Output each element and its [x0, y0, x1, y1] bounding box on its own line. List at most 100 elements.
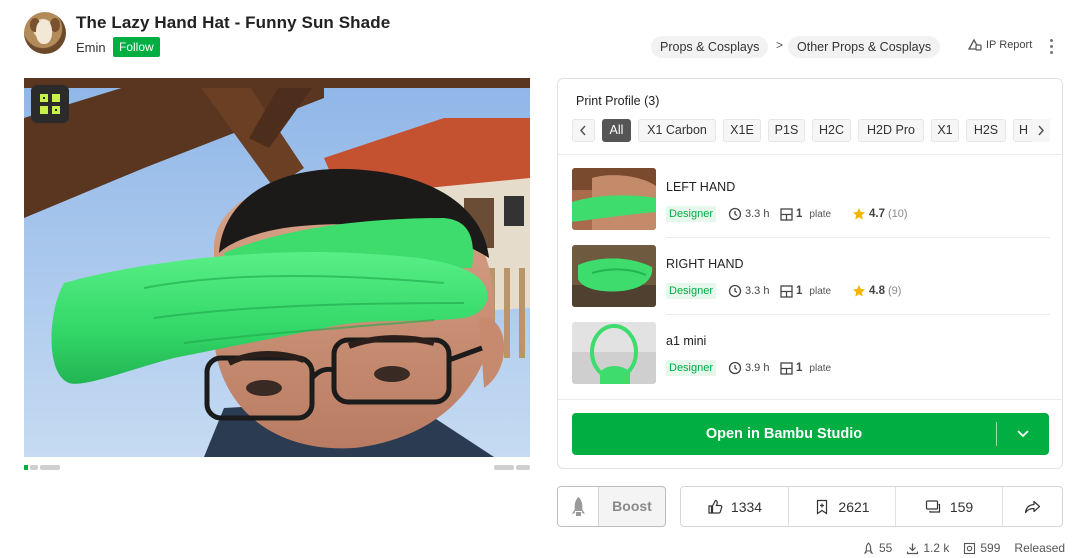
more-icon[interactable]: [1046, 39, 1056, 55]
download-icon: [907, 543, 919, 554]
plate-icon: [780, 361, 793, 375]
plate-count: 1 plate: [780, 283, 831, 299]
breadcrumb-category[interactable]: Props & Cosplays: [651, 36, 769, 58]
print-time: 3.9 h: [728, 360, 769, 376]
plate-count: 1 plate: [780, 360, 831, 376]
filter-chip-x1[interactable]: X1: [931, 119, 959, 142]
follow-button[interactable]: Follow: [113, 37, 160, 57]
plate-count-label: plate: [809, 285, 832, 297]
rating: 4.7 (10): [852, 206, 908, 222]
profile-name: a1 mini: [666, 334, 707, 348]
divider: [558, 399, 1062, 400]
boost-button[interactable]: Boost: [557, 486, 666, 527]
rating-value: 4.7: [869, 208, 885, 220]
filter-chip-h2c[interactable]: H2C: [812, 119, 851, 142]
open-in-bambu-studio-label: Open in Bambu Studio: [705, 426, 863, 442]
print-time-value: 3.3 h: [745, 208, 770, 220]
carousel-indicator-right[interactable]: [494, 465, 530, 470]
print-profile-row[interactable]: a1 mini Designer 3.9 h 1 plate: [572, 322, 1050, 388]
filter-chip-x1-carbon[interactable]: X1 Carbon: [638, 119, 716, 142]
clock-icon: [728, 207, 742, 221]
designer-badge: Designer: [666, 360, 717, 376]
filter-chip-x1e[interactable]: X1E: [723, 119, 761, 142]
avatar[interactable]: [24, 12, 66, 54]
collect-count: 2621: [838, 498, 870, 515]
filter-chip-all[interactable]: All: [602, 119, 631, 142]
model-photo[interactable]: [24, 78, 530, 457]
print-time-value: 3.3 h: [745, 285, 770, 297]
plate-count-label: plate: [809, 208, 832, 220]
profile-name: RIGHT HAND: [666, 257, 744, 271]
divider: [666, 314, 1050, 315]
profile-thumbnail: [572, 245, 656, 307]
chevron-left-icon[interactable]: [572, 119, 595, 142]
ip-report-link[interactable]: IP Report: [967, 38, 1032, 51]
profile-name: LEFT HAND: [666, 180, 736, 194]
collect-button[interactable]: 2621: [789, 487, 896, 526]
filter-chip-partial-label: H: [1019, 123, 1029, 137]
clock-icon: [728, 361, 742, 375]
filter-chip-h2d-pro[interactable]: H2D Pro: [858, 119, 924, 142]
rocket-icon: [558, 487, 599, 526]
print-profile-row[interactable]: RIGHT HAND Designer 3.3 h 1 plate 4.8 (9…: [572, 245, 1050, 311]
thumbs-up-icon: [708, 499, 723, 514]
comment-button[interactable]: 159: [896, 487, 1003, 526]
release-status: Released: [1014, 541, 1066, 555]
page-header: The Lazy Hand Hat - Funny Sun Shade Emin…: [0, 0, 1080, 70]
like-button[interactable]: 1334: [681, 487, 789, 526]
print-icon: [964, 542, 976, 554]
rating-count: (10): [888, 208, 908, 220]
printer-filter-chips: All X1 Carbon X1E P1S H2C H2D Pro X1 H2S…: [572, 119, 1050, 143]
download-count: 1.2 k: [923, 541, 950, 555]
print-time: 3.3 h: [728, 206, 769, 222]
ip-report-icon: [967, 38, 982, 51]
model-stats: 55 1.2 k 599 Released: [862, 541, 1065, 555]
star-icon: [853, 208, 865, 220]
bambu-logo-icon: [31, 85, 69, 123]
ip-report-label: IP Report: [986, 38, 1033, 51]
breadcrumb-subcategory[interactable]: Other Props & Cosplays: [788, 36, 941, 58]
filter-chip-p1s[interactable]: P1S: [768, 119, 805, 142]
profile-thumbnail: [572, 322, 656, 384]
open-in-bambu-studio-button[interactable]: Open in Bambu Studio: [572, 413, 1049, 455]
divider: [666, 237, 1050, 238]
rating-count: (9): [888, 285, 902, 297]
comments-icon: [925, 499, 940, 513]
chevron-down-icon[interactable]: [997, 413, 1049, 455]
bookmark-icon: [817, 499, 828, 515]
plate-count: 1 plate: [780, 206, 831, 222]
plate-count-value: 1: [796, 285, 803, 297]
print-time-value: 3.9 h: [745, 362, 770, 374]
author-name[interactable]: Emin: [76, 40, 106, 55]
designer-badge: Designer: [666, 283, 717, 299]
plate-count-label: plate: [809, 362, 832, 374]
avatar-dog-face: [36, 20, 52, 44]
boost-count: 55: [879, 541, 893, 555]
plate-count-value: 1: [796, 208, 803, 220]
plate-count-value: 1: [796, 362, 803, 374]
rating-value: 4.8: [869, 285, 885, 297]
print-profile-title: Print Profile (3): [576, 94, 660, 108]
rocket-icon: [863, 541, 874, 554]
print-count: 599: [980, 541, 1001, 555]
breadcrumb-separator: >: [776, 38, 784, 52]
engagement-bar: 1334 2621 159: [680, 486, 1063, 527]
rating: 4.8 (9): [852, 283, 901, 299]
designer-badge: Designer: [666, 206, 717, 222]
like-count: 1334: [730, 498, 763, 515]
carousel-indicator-left[interactable]: [24, 465, 60, 470]
share-button[interactable]: [1003, 487, 1062, 526]
share-icon: [1024, 500, 1041, 513]
comment-count: 159: [949, 498, 974, 515]
print-profile-row[interactable]: LEFT HAND Designer 3.3 h 1 plate 4.7 (10…: [572, 168, 1050, 234]
chevron-right-icon[interactable]: [1032, 119, 1050, 142]
filter-chip-h2s[interactable]: H2S: [966, 119, 1006, 142]
clock-icon: [728, 284, 742, 298]
print-profile-card: Print Profile (3) All X1 Carbon X1E P1S …: [557, 78, 1063, 469]
profile-thumbnail: [572, 168, 656, 230]
star-icon: [853, 285, 865, 297]
print-time: 3.3 h: [728, 283, 769, 299]
boost-label: Boost: [612, 498, 652, 514]
model-photo-image: [24, 78, 530, 457]
divider: [558, 154, 1062, 155]
